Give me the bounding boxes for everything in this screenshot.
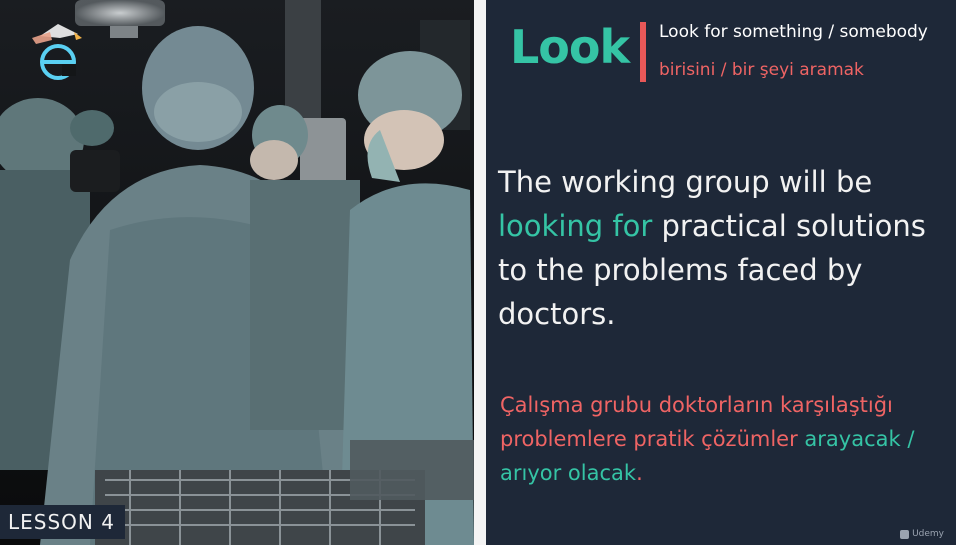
surgery-photo: LESSON 4 [0, 0, 474, 545]
vocab-panel: Look Look for something / somebody biris… [486, 0, 956, 545]
sentence-en-highlight: looking for [498, 209, 653, 243]
lesson-label: LESSON 4 [8, 510, 115, 534]
udemy-icon [900, 529, 910, 539]
lesson-badge: LESSON 4 [0, 505, 125, 539]
definition-english: Look for something / somebody [659, 22, 928, 42]
definition-turkish: birisini / bir şeyi aramak [659, 60, 864, 80]
vocab-word: Look [510, 20, 630, 74]
sentence-en-part1: The working group will be [498, 165, 873, 199]
example-sentence-english: The working group will be looking for pr… [498, 160, 950, 336]
lesson-slide: LESSON 4 Look Look for something / someb… [0, 0, 956, 545]
udemy-label: Udemy [912, 529, 944, 539]
panel-divider [474, 0, 486, 545]
word-divider-bar [640, 22, 646, 82]
sentence-tr-part2: . [636, 461, 643, 485]
e-logo-icon [32, 24, 82, 80]
udemy-watermark: Udemy [900, 529, 944, 539]
example-sentence-turkish: Çalışma grubu doktorların karşılaştığı p… [500, 388, 952, 490]
